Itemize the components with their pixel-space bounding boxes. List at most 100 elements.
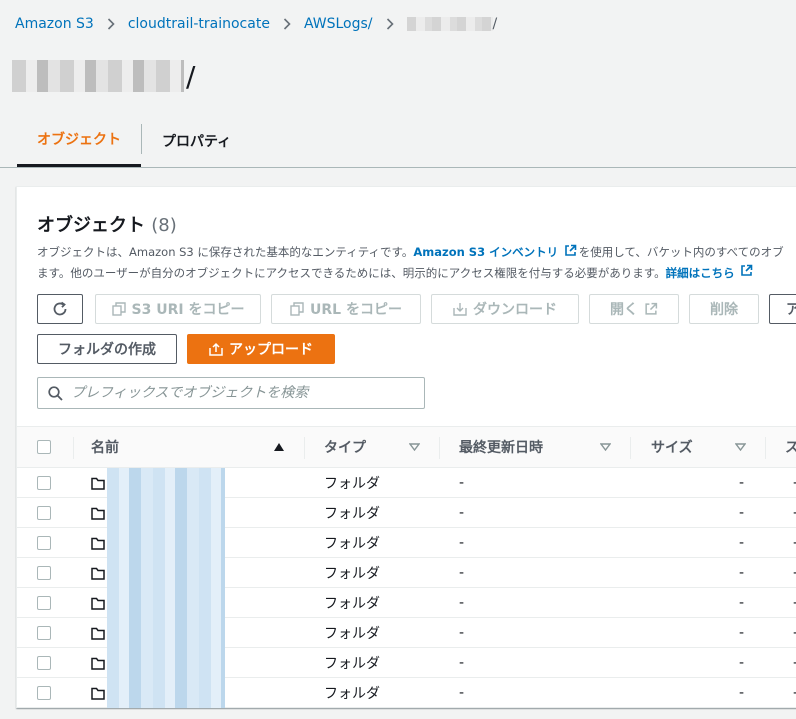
tab-divider	[141, 124, 142, 154]
tab-bar: オブジェクト プロパティ	[0, 114, 796, 168]
table-row[interactable]: フォルダ---	[17, 618, 796, 648]
row-checkbox-cell	[37, 498, 51, 528]
row-name-redacted[interactable]	[107, 498, 225, 528]
breadcrumb-bucket[interactable]: cloudtrail-trainocate	[128, 16, 270, 32]
row-name-redacted[interactable]	[107, 468, 225, 498]
folder-icon	[91, 468, 105, 498]
row-size: -	[739, 505, 745, 521]
row-type: フォルダ	[324, 626, 380, 642]
copy-icon	[290, 302, 304, 316]
row-checkbox[interactable]	[37, 656, 51, 670]
column-header-storage-class[interactable]: ス	[785, 427, 796, 467]
copy-s3-uri-button[interactable]: S3 URI をコピー	[95, 294, 261, 324]
inventory-link[interactable]: Amazon S3 インベントリ	[413, 245, 558, 259]
table-row[interactable]: フォルダ---	[17, 468, 796, 498]
folder-icon	[91, 498, 105, 528]
copy-icon	[111, 302, 126, 316]
breadcrumb-redacted-account	[406, 17, 493, 31]
table-row[interactable]: フォルダ---	[17, 558, 796, 588]
search-box	[37, 377, 425, 409]
copy-url-button[interactable]: URL をコピー	[271, 294, 421, 324]
sort-caret-down-icon[interactable]	[735, 427, 746, 467]
table-row[interactable]: フォルダ---	[17, 648, 796, 678]
row-checkbox[interactable]	[37, 536, 51, 550]
search-icon	[48, 385, 63, 401]
folder-icon	[91, 528, 105, 558]
column-divider	[630, 437, 631, 459]
row-name-redacted[interactable]	[107, 558, 225, 588]
row-last-modified: -	[459, 475, 465, 491]
download-button[interactable]: ダウンロード	[431, 294, 579, 324]
page-title-slash: /	[186, 59, 196, 93]
copy-url-label: URL をコピー	[310, 302, 402, 318]
external-link-icon	[644, 302, 658, 316]
row-checkbox[interactable]	[37, 566, 51, 580]
tab-objects[interactable]: オブジェクト	[17, 114, 141, 167]
row-size: -	[739, 625, 745, 641]
row-size: -	[739, 685, 745, 701]
open-button[interactable]: 開く	[589, 294, 679, 324]
select-all-checkbox[interactable]	[37, 440, 51, 454]
breadcrumb-amazon-s3[interactable]: Amazon S3	[15, 16, 94, 32]
column-divider	[765, 437, 766, 459]
upload-button[interactable]: アップロード	[187, 334, 335, 364]
search-input[interactable]	[71, 385, 411, 401]
folder-icon	[91, 678, 105, 708]
table-row[interactable]: フォルダ---	[17, 498, 796, 528]
chevron-right-icon	[107, 18, 115, 30]
row-type: フォルダ	[324, 656, 380, 672]
row-checkbox-cell	[37, 528, 51, 558]
row-checkbox[interactable]	[37, 686, 51, 700]
chevron-right-icon	[386, 18, 394, 30]
column-header-size[interactable]: サイズ	[651, 427, 693, 467]
delete-button[interactable]: 削除	[689, 294, 759, 324]
desc-text-1: オブジェクトは、Amazon S3 に保存された基本的なエンティティです。	[37, 245, 414, 259]
desc-text-3: ます。他のユーザーが自分のオブジェクトにアクセスできるためには、明示的にアクセス…	[37, 265, 666, 280]
row-checkbox[interactable]	[37, 506, 51, 520]
objects-heading-label: オブジェクト	[37, 215, 145, 236]
objects-heading: オブジェクト (8)	[37, 211, 177, 237]
row-name-redacted[interactable]	[107, 678, 225, 708]
objects-count: (8)	[151, 215, 177, 236]
breadcrumb-last-slash: /	[492, 16, 498, 32]
folder-icon	[91, 558, 105, 588]
row-type: フォルダ	[324, 686, 380, 702]
objects-description: オブジェクトは、Amazon S3 に保存された基本的なエンティティです。Ama…	[37, 242, 796, 283]
table-row[interactable]: フォルダ---	[17, 588, 796, 618]
row-checkbox-cell	[37, 618, 51, 648]
row-checkbox[interactable]	[37, 626, 51, 640]
column-header-name[interactable]: 名前	[91, 427, 119, 467]
row-type: フォルダ	[324, 536, 380, 552]
row-checkbox[interactable]	[37, 596, 51, 610]
create-folder-button[interactable]: フォルダの作成	[37, 334, 177, 364]
select-all-checkbox-cell	[37, 427, 51, 467]
column-header-last-modified[interactable]: 最終更新日時	[459, 427, 543, 467]
learn-more-link[interactable]: 詳細はこちら	[666, 266, 735, 280]
refresh-button[interactable]	[37, 294, 83, 324]
row-name-redacted[interactable]	[107, 528, 225, 558]
column-header-type[interactable]: タイプ	[324, 427, 366, 467]
sort-ascending-icon[interactable]	[273, 427, 285, 467]
row-last-modified: -	[459, 595, 465, 611]
row-name-redacted[interactable]	[107, 648, 225, 678]
column-divider	[304, 437, 305, 459]
tab-properties[interactable]: プロパティ	[162, 114, 231, 167]
page-title: /	[12, 58, 195, 94]
breadcrumb-awslogs[interactable]: AWSLogs/	[304, 16, 373, 32]
row-name-redacted[interactable]	[107, 588, 225, 618]
row-checkbox-cell	[37, 468, 51, 498]
row-type: フォルダ	[324, 596, 380, 612]
table-header: 名前 タイプ 最終更新日時 サイズ ス	[17, 426, 796, 468]
row-type: フォルダ	[324, 476, 380, 492]
row-name-redacted[interactable]	[107, 618, 225, 648]
column-divider	[439, 437, 440, 459]
row-size: -	[739, 655, 745, 671]
actions-button[interactable]: ア	[769, 294, 796, 324]
row-checkbox[interactable]	[37, 476, 51, 490]
folder-icon	[91, 618, 105, 648]
table-row[interactable]: フォルダ---	[17, 528, 796, 558]
row-last-modified: -	[459, 685, 465, 701]
sort-caret-down-icon[interactable]	[409, 427, 420, 467]
table-row[interactable]: フォルダ---	[17, 678, 796, 708]
sort-caret-down-icon[interactable]	[600, 427, 611, 467]
